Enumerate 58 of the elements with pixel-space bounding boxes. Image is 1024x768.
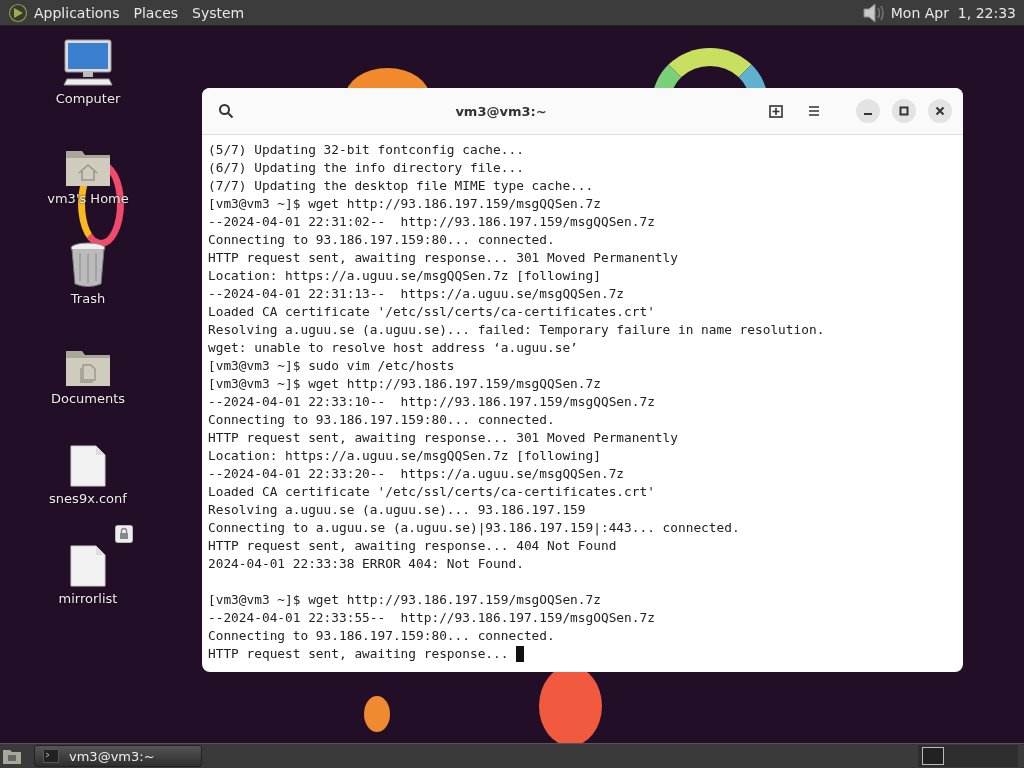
file-icon[interactable] <box>70 445 106 487</box>
terminal-cursor <box>516 646 525 662</box>
taskbar-window-button[interactable]: vm3@vm3:~ <box>34 745 202 767</box>
show-desktop-icon[interactable] <box>2 747 22 765</box>
workspace-switcher[interactable] <box>918 745 1018 767</box>
terminal-line: --2024-04-01 22:33:20-- https://a.uguu.se/msgQQSen.7z <box>208 465 625 483</box>
terminal-line: Resolving a.uguu.se (a.uguu.se)... 93.186.197.159 <box>208 501 586 519</box>
close-icon[interactable] <box>928 99 952 123</box>
wallpaper-blob <box>364 696 390 732</box>
terminal-line: Connecting to 93.186.197.159:80... connected. <box>208 627 555 645</box>
desktop-icon-label[interactable]: snes9x.conf <box>49 491 127 506</box>
window-title: vm3@vm3:~ <box>454 103 548 119</box>
panel-menu[interactable]: System <box>192 4 245 21</box>
terminal-line: 2024-04-01 22:33:38 ERROR 404: Not Found. <box>208 555 524 573</box>
terminal-line: Location: https://a.uguu.se/msgQQSen.7z [following] <box>208 447 601 465</box>
desktop-icon-label[interactable]: mirrorlist <box>58 591 118 606</box>
computer-icon[interactable] <box>63 39 113 87</box>
new-tab-icon[interactable] <box>768 103 784 119</box>
terminal-line: [vm3@vm3 ~]$ wget http://93.186.197.159/msgQQSen.7z <box>208 375 601 393</box>
terminal-line: [vm3@vm3 ~]$ wget http://93.186.197.159/msgOQSen.7z <box>208 591 601 609</box>
terminal-line: Connecting to a.uguu.se (a.uguu.se)|93.186.197.159|:443... connected. <box>208 519 740 537</box>
terminal-line: --2024-04-01 22:33:55-- http://93.186.197.159/msgOQSen.7z <box>208 609 655 627</box>
trash-icon[interactable] <box>68 241 108 287</box>
terminal-line: --2024-04-01 22:31:13-- https://a.uguu.se/msgQQSen.7z <box>208 285 625 303</box>
terminal-line: HTTP request sent, awaiting response... 301 Moved Permanently <box>208 249 678 267</box>
terminal-line: HTTP request sent, awaiting response... 301 Moved Permanently <box>208 429 678 447</box>
terminal-line: Location: https://a.uguu.se/msgQQSen.7z [following] <box>208 267 601 285</box>
speaker-icon[interactable] <box>860 1 885 24</box>
desktop-icon-label[interactable]: Trash <box>70 291 106 306</box>
terminal-icon <box>43 749 59 763</box>
panel-menu[interactable]: Places <box>133 4 179 21</box>
terminal-line: [vm3@vm3 ~]$ wget http://93.186.197.159/msgQQSen.7z <box>208 195 601 213</box>
menu-icon[interactable] <box>806 103 822 119</box>
terminal-line: --2024-04-01 22:31:02-- http://93.186.197.159/msgQQSen.7z <box>208 213 655 231</box>
terminal-line: --2024-04-01 22:33:10-- http://93.186.197.159/msgQQSen.7z <box>208 393 655 411</box>
search-icon[interactable] <box>218 103 234 119</box>
terminal-line: (5/7) Updating 32-bit fontconfig cache... <box>208 141 524 159</box>
minimize-icon[interactable] <box>856 99 880 123</box>
desktop-icon-label[interactable]: Documents <box>50 391 126 406</box>
terminal-line: (6/7) Updating the info directory file... <box>208 159 524 177</box>
terminal-line: Loaded CA certificate '/etc/ssl/certs/ca-certificates.crt' <box>208 483 655 501</box>
menu-logo-icon[interactable] <box>8 2 28 23</box>
desktop-icon-label[interactable]: Computer <box>55 91 121 106</box>
terminal-line: HTTP request sent, awaiting response... <box>208 645 510 663</box>
lock-icon <box>115 525 133 543</box>
maximize-icon[interactable] <box>892 99 916 123</box>
terminal-line: HTTP request sent, awaiting response... 404 Not Found <box>208 537 617 555</box>
panel-clock[interactable]: Mon Apr 1, 22:33 <box>890 4 1016 21</box>
terminal-line: wget: unable to resolve host address ‘a.uguu.se’ <box>208 339 578 357</box>
terminal-line: Connecting to 93.186.197.159:80... connected. <box>208 411 555 429</box>
terminal-line: [vm3@vm3 ~]$ sudo vim /etc/hosts <box>208 357 455 375</box>
terminal-line: (7/7) Updating the desktop file MIME type cache... <box>208 177 594 195</box>
workspace-thumbnail[interactable] <box>922 747 944 765</box>
terminal-line: Loaded CA certificate '/etc/ssl/certs/ca-certificates.crt' <box>208 303 655 321</box>
panel-menu[interactable]: Applications <box>34 4 120 21</box>
file-icon[interactable] <box>70 545 106 587</box>
terminal-line: Connecting to 93.186.197.159:80... connected. <box>208 231 555 249</box>
terminal-line: Resolving a.uguu.se (a.uguu.se)... failed: Temporary failure in name resolution. <box>208 321 825 339</box>
